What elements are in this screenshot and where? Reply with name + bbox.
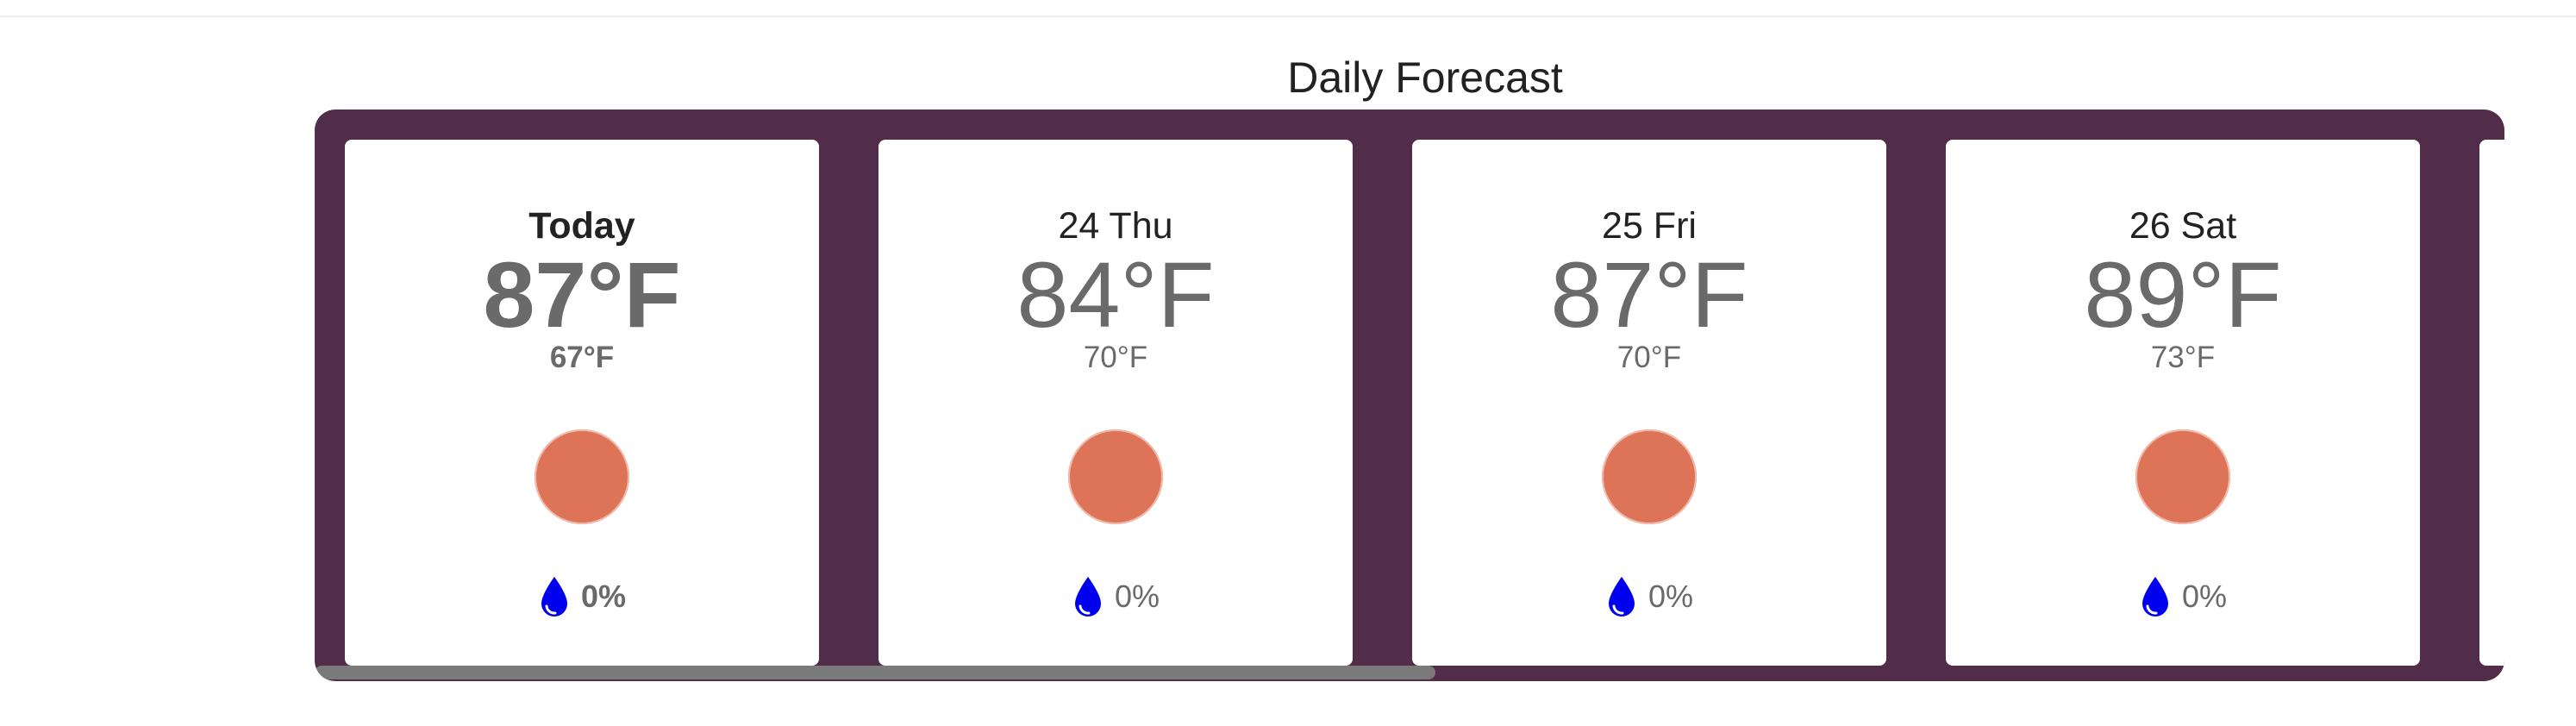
sun-icon (1068, 429, 1163, 524)
low-temperature: 73°F (2150, 341, 2216, 374)
horizontal-scrollbar[interactable] (315, 666, 1435, 679)
low-temperature: 70°F (1616, 341, 1682, 374)
low-temperature: 67°F (549, 341, 615, 374)
low-temperature: 70°F (1083, 341, 1148, 374)
sun-icon (2135, 429, 2230, 524)
precipitation: 0% (1946, 571, 2420, 623)
raindrop-icon (541, 577, 567, 616)
precipitation: 0% (1412, 571, 1886, 623)
precipitation-chance: 0% (2181, 579, 2228, 614)
precipitation-chance: 0% (1648, 579, 1694, 614)
precipitation-chance: 0% (580, 579, 627, 614)
raindrop-icon (1608, 577, 1635, 616)
sun-icon (1602, 429, 1697, 524)
raindrop-icon (2141, 577, 2168, 616)
forecast-card[interactable]: 25 Fri 87°F 70°F 0% (1412, 140, 1886, 666)
forecast-card-today[interactable]: Today 87°F 67°F 0% (345, 140, 819, 666)
forecast-card[interactable]: 24 Thu 84°F 70°F 0% (878, 140, 1353, 666)
raindrop-icon (1074, 577, 1101, 616)
precipitation: 0% (345, 571, 819, 623)
precipitation: 0% (878, 571, 1353, 623)
forecast-card[interactable]: 26 Sat 89°F 73°F 0% (1946, 140, 2420, 666)
sun-icon (535, 429, 629, 524)
precipitation-chance: 0% (1114, 579, 1160, 614)
section-title: Daily Forecast (1287, 53, 1563, 102)
forecast-page: Daily Forecast Today 87°F 67°F 0% 24 Thu… (0, 0, 2576, 726)
top-divider (0, 16, 2576, 17)
forecast-card-partial[interactable] (2479, 140, 2504, 666)
forecast-carousel[interactable]: Today 87°F 67°F 0% 24 Thu 84°F 70°F 0% 2… (315, 110, 2504, 681)
